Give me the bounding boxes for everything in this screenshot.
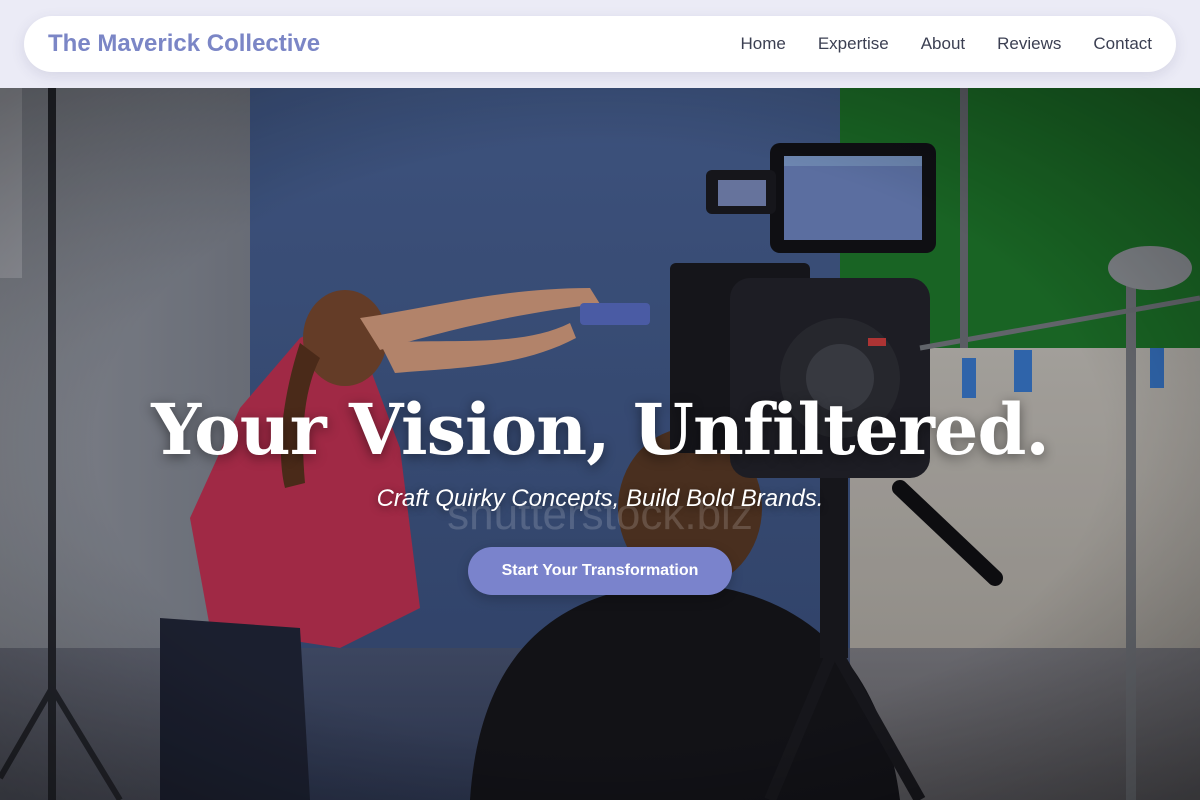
nav-reviews[interactable]: Reviews xyxy=(997,34,1061,54)
navbar: The Maverick Collective Home Expertise A… xyxy=(24,16,1176,72)
hero-title: Your Vision, Unfiltered. xyxy=(151,388,1050,471)
hero-subtitle: Craft Quirky Concepts, Build Bold Brands… xyxy=(376,485,824,512)
nav-contact[interactable]: Contact xyxy=(1093,34,1152,54)
nav-about[interactable]: About xyxy=(921,34,965,54)
brand-logo[interactable]: The Maverick Collective xyxy=(48,30,320,58)
start-transformation-button[interactable]: Start Your Transformation xyxy=(468,547,732,595)
nav-home[interactable]: Home xyxy=(740,34,785,54)
nav-links: Home Expertise About Reviews Contact xyxy=(708,34,1152,54)
hero-section: shutterstock.biz Your Vision, Unfiltered… xyxy=(0,88,1200,800)
hero-content: Your Vision, Unfiltered. Craft Quirky Co… xyxy=(0,388,1200,595)
nav-expertise[interactable]: Expertise xyxy=(818,34,889,54)
